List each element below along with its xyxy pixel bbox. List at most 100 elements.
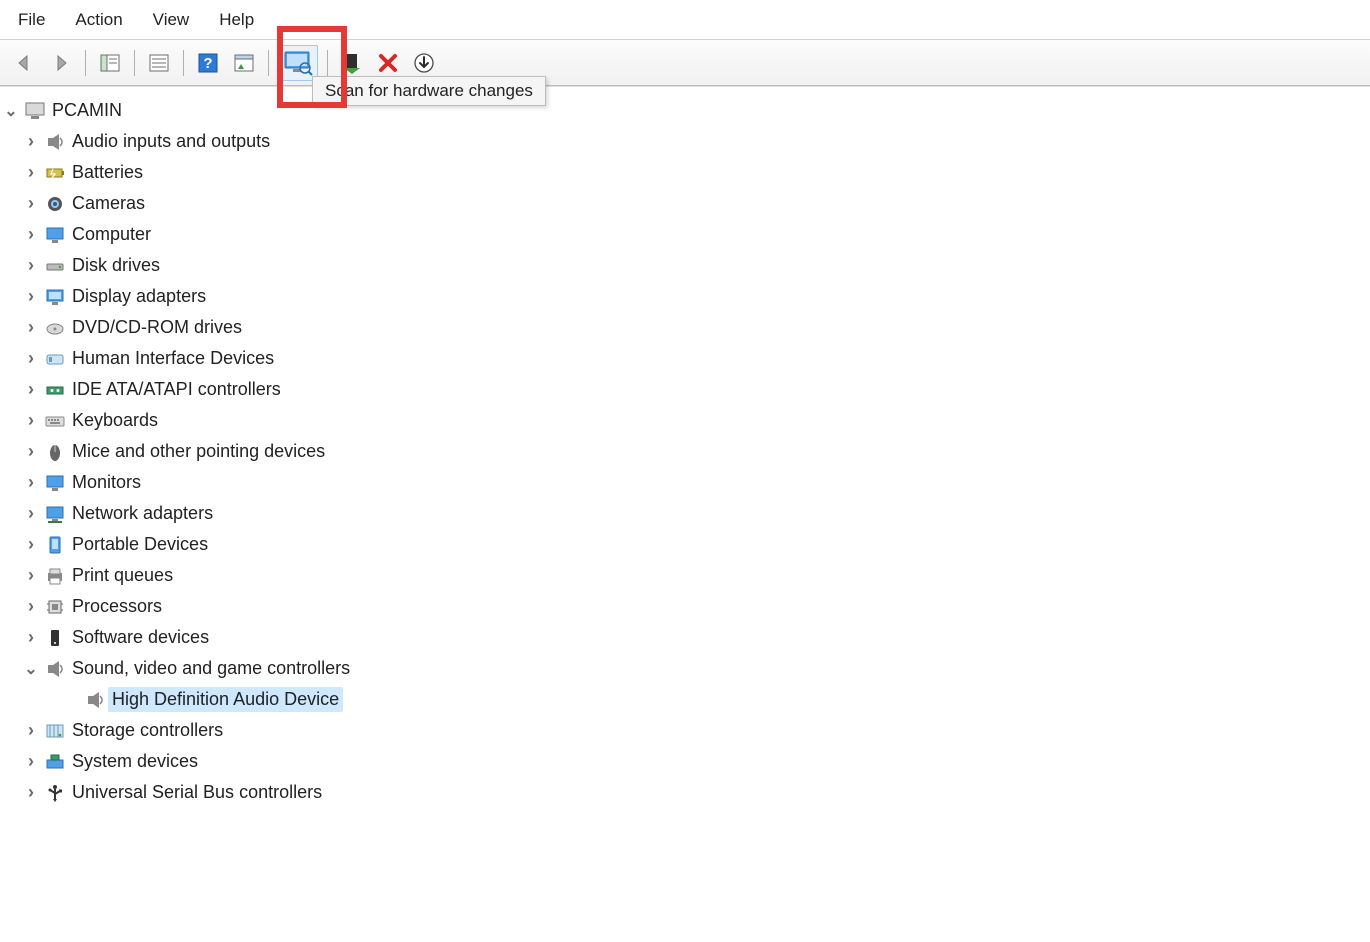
properties-button[interactable] <box>144 48 174 78</box>
hid-icon <box>45 349 65 369</box>
menu-help[interactable]: Help <box>213 6 260 34</box>
scan-hardware-icon <box>283 50 313 76</box>
tree-node-icon <box>42 442 68 462</box>
tree-node-label: PCAMIN <box>48 100 122 121</box>
toolbar-separator <box>268 50 269 76</box>
show-console-tree-button[interactable] <box>95 48 125 78</box>
forward-icon <box>50 52 72 74</box>
tree-expander[interactable] <box>20 472 42 493</box>
toolbar: ? <box>0 40 1370 86</box>
properties-icon <box>148 52 170 74</box>
tree-category[interactable]: Print queues <box>0 560 1370 591</box>
battery-icon <box>45 163 65 183</box>
toolbar-separator <box>183 50 184 76</box>
tree-expander[interactable] <box>20 224 42 245</box>
tree-category[interactable]: Network adapters <box>0 498 1370 529</box>
tree-expander[interactable] <box>20 751 42 772</box>
forward-button[interactable] <box>46 48 76 78</box>
tree-node-label: Print queues <box>68 565 173 586</box>
tree-node-icon <box>42 504 68 524</box>
tree-node-icon <box>82 690 108 710</box>
tree-node-label: Portable Devices <box>68 534 208 555</box>
tree-expander[interactable] <box>20 441 42 462</box>
tree-node-label: Cameras <box>68 193 145 214</box>
tree-category[interactable]: Portable Devices <box>0 529 1370 560</box>
tree-node-icon <box>42 349 68 369</box>
keyboard-icon <box>45 411 65 431</box>
tree-node-icon <box>42 659 68 679</box>
tree-category[interactable]: DVD/CD-ROM drives <box>0 312 1370 343</box>
show-console-tree-icon <box>99 52 121 74</box>
tree-expander[interactable] <box>20 317 42 338</box>
tree-category[interactable]: Mice and other pointing devices <box>0 436 1370 467</box>
tree-category[interactable]: Display adapters <box>0 281 1370 312</box>
tree-expander[interactable] <box>20 193 42 214</box>
tree-device[interactable]: High Definition Audio Device <box>0 684 1370 715</box>
tree-node-label: Universal Serial Bus controllers <box>68 782 322 803</box>
tree-node-icon <box>42 411 68 431</box>
tree-expander[interactable] <box>20 348 42 369</box>
tree-category[interactable]: System devices <box>0 746 1370 777</box>
menu-view[interactable]: View <box>147 6 196 34</box>
tree-expander[interactable] <box>20 565 42 586</box>
device-tree[interactable]: PCAMIN Audio inputs and outputs Batterie… <box>0 87 1370 808</box>
tree-category[interactable]: Software devices <box>0 622 1370 653</box>
uninstall-device-icon <box>377 52 399 74</box>
tree-expander[interactable] <box>20 162 42 183</box>
tree-node-icon <box>42 287 68 307</box>
tree-expander[interactable] <box>20 596 42 617</box>
tree-expander[interactable] <box>20 659 42 679</box>
tree-node-label: Sound, video and game controllers <box>68 658 350 679</box>
tree-node-label: Audio inputs and outputs <box>68 131 270 152</box>
tree-expander[interactable] <box>0 101 22 121</box>
tree-category[interactable]: IDE ATA/ATAPI controllers <box>0 374 1370 405</box>
tree-category[interactable]: Monitors <box>0 467 1370 498</box>
back-icon <box>14 52 36 74</box>
tree-category[interactable]: Storage controllers <box>0 715 1370 746</box>
uninstall-device-button[interactable] <box>373 48 403 78</box>
tree-category[interactable]: Processors <box>0 591 1370 622</box>
tree-expander[interactable] <box>20 286 42 307</box>
tree-root-node[interactable]: PCAMIN <box>0 95 1370 126</box>
tree-expander[interactable] <box>20 410 42 431</box>
tree-expander[interactable] <box>20 627 42 648</box>
tree-node-label: Human Interface Devices <box>68 348 274 369</box>
tree-expander[interactable] <box>20 534 42 555</box>
optical-drive-icon <box>45 318 65 338</box>
enable-device-button[interactable] <box>337 48 367 78</box>
usb-icon <box>45 783 65 803</box>
tree-category[interactable]: Batteries <box>0 157 1370 188</box>
tree-node-icon <box>42 318 68 338</box>
help-button[interactable]: ? <box>193 48 223 78</box>
ide-icon <box>45 380 65 400</box>
tree-category[interactable]: Computer <box>0 219 1370 250</box>
storage-icon <box>45 721 65 741</box>
tree-expander[interactable] <box>20 255 42 276</box>
back-button[interactable] <box>10 48 40 78</box>
tree-expander[interactable] <box>20 720 42 741</box>
tree-node-icon <box>42 597 68 617</box>
tree-node-label: High Definition Audio Device <box>108 687 343 712</box>
tree-expander[interactable] <box>20 782 42 803</box>
menu-file[interactable]: File <box>12 6 51 34</box>
tree-expander[interactable] <box>20 131 42 152</box>
menu-bar: File Action View Help <box>0 0 1370 40</box>
display-adapter-icon <box>45 287 65 307</box>
tree-category[interactable]: Human Interface Devices <box>0 343 1370 374</box>
tree-category[interactable]: Cameras <box>0 188 1370 219</box>
tree-expander[interactable] <box>20 379 42 400</box>
tree-category[interactable]: Universal Serial Bus controllers <box>0 777 1370 808</box>
tree-category[interactable]: Audio inputs and outputs <box>0 126 1370 157</box>
tree-node-icon <box>42 628 68 648</box>
tree-node-label: Disk drives <box>68 255 160 276</box>
tree-node-label: IDE ATA/ATAPI controllers <box>68 379 281 400</box>
tree-category[interactable]: Keyboards <box>0 405 1370 436</box>
menu-action[interactable]: Action <box>69 6 128 34</box>
tree-category[interactable]: Sound, video and game controllers <box>0 653 1370 684</box>
tree-category[interactable]: Disk drives <box>0 250 1370 281</box>
show-hidden-button[interactable] <box>229 48 259 78</box>
enable-device-icon <box>341 52 363 74</box>
tree-expander[interactable] <box>20 503 42 524</box>
update-driver-button[interactable] <box>409 48 439 78</box>
network-icon <box>45 504 65 524</box>
